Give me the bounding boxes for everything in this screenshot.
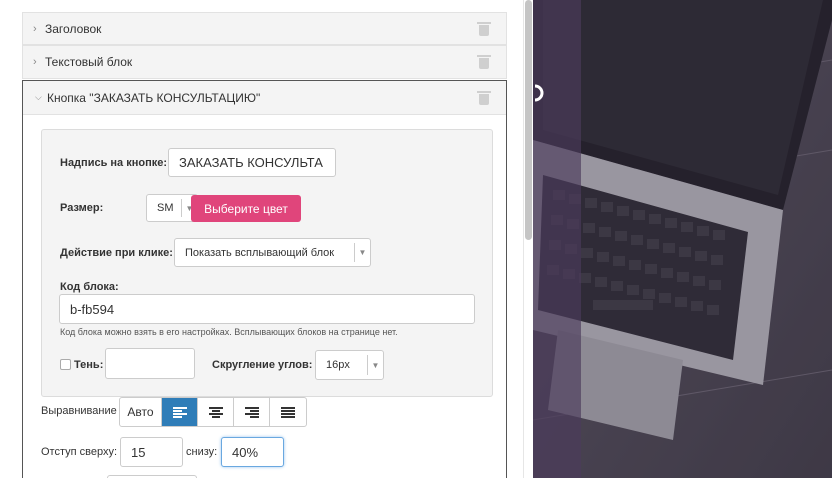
align-justify-icon xyxy=(281,406,295,418)
caption-label: Надпись на кнопке: xyxy=(60,157,168,169)
chevron-down-icon: ▼ xyxy=(354,243,370,262)
preview-background-image xyxy=(533,0,832,478)
chevron-down-icon: ▼ xyxy=(367,355,383,375)
align-justify-button[interactable] xyxy=(270,398,306,426)
align-auto-button[interactable]: Авто xyxy=(120,398,162,426)
align-right-icon xyxy=(244,406,259,418)
editor-panel: › Заголовок › Текстовый блок ⌵ Кнопка "З… xyxy=(0,0,524,478)
code-label: Код блока: xyxy=(60,281,119,293)
block-item-text-label: Текстовый блок xyxy=(45,55,133,69)
button-settings-box: Надпись на кнопке: ЗАКАЗАТЬ КОНСУЛЬТА Ра… xyxy=(41,129,493,397)
action-select[interactable]: Показать всплывающий блок ▼ xyxy=(174,238,371,267)
shadow-checkbox[interactable] xyxy=(60,359,71,370)
choose-color-button[interactable]: Выберите цвет xyxy=(191,195,301,222)
scrollbar[interactable] xyxy=(525,0,532,240)
radius-select[interactable]: 16px ▼ xyxy=(315,350,384,380)
action-select-value: Показать всплывающий блок xyxy=(185,246,335,259)
size-label: Размер: xyxy=(60,202,104,214)
align-left-icon xyxy=(172,406,187,418)
margin-bottom-input[interactable]: 40% xyxy=(221,437,284,467)
chevron-right-icon: › xyxy=(33,22,37,35)
code-hint: Код блока можно взять в его настройках. … xyxy=(60,327,398,337)
align-center-icon xyxy=(208,406,223,418)
trash-icon[interactable] xyxy=(477,55,491,69)
laptop-photo xyxy=(533,0,832,478)
align-left-button[interactable] xyxy=(162,398,198,426)
action-label: Действие при клике: xyxy=(60,247,173,259)
app-root: › Заголовок › Текстовый блок ⌵ Кнопка "З… xyxy=(0,0,832,478)
block-item-text[interactable]: › Текстовый блок xyxy=(22,45,507,79)
align-label: Выравнивание xyxy=(41,405,117,417)
margin-top-input[interactable]: 15 xyxy=(120,437,183,467)
trash-icon[interactable] xyxy=(477,91,491,105)
block-item-button: ⌵ Кнопка "ЗАКАЗАТЬ КОНСУЛЬТАЦИЮ" Надпись… xyxy=(22,80,507,478)
trash-icon[interactable] xyxy=(477,21,491,36)
radius-select-value: 16px xyxy=(326,359,350,371)
caption-input[interactable]: ЗАКАЗАТЬ КОНСУЛЬТА xyxy=(168,148,336,177)
margin-top-label: Отступ сверху: xyxy=(41,446,118,458)
block-item-button-label: Кнопка "ЗАКАЗАТЬ КОНСУЛЬТАЦИЮ" xyxy=(47,90,261,105)
margin-bottom-label: снизу: xyxy=(186,446,218,458)
chevron-right-icon: › xyxy=(33,56,37,68)
chevron-down-icon: ⌵ xyxy=(35,92,42,102)
block-item-title-label: Заголовок xyxy=(45,21,102,36)
align-segmented-control: Авто xyxy=(119,397,307,427)
size-select-value: SM xyxy=(157,202,174,214)
shadow-label: Тень: xyxy=(74,359,104,371)
block-item-title[interactable]: › Заголовок xyxy=(22,12,507,45)
radius-label: Скругление углов: xyxy=(212,359,313,371)
block-item-button-header[interactable]: ⌵ Кнопка "ЗАКАЗАТЬ КОНСУЛЬТАЦИЮ" xyxy=(23,81,506,115)
shadow-input[interactable] xyxy=(105,348,195,379)
code-input[interactable]: b-fb594 xyxy=(59,294,475,324)
align-center-button[interactable] xyxy=(198,398,234,426)
align-right-button[interactable] xyxy=(234,398,270,426)
